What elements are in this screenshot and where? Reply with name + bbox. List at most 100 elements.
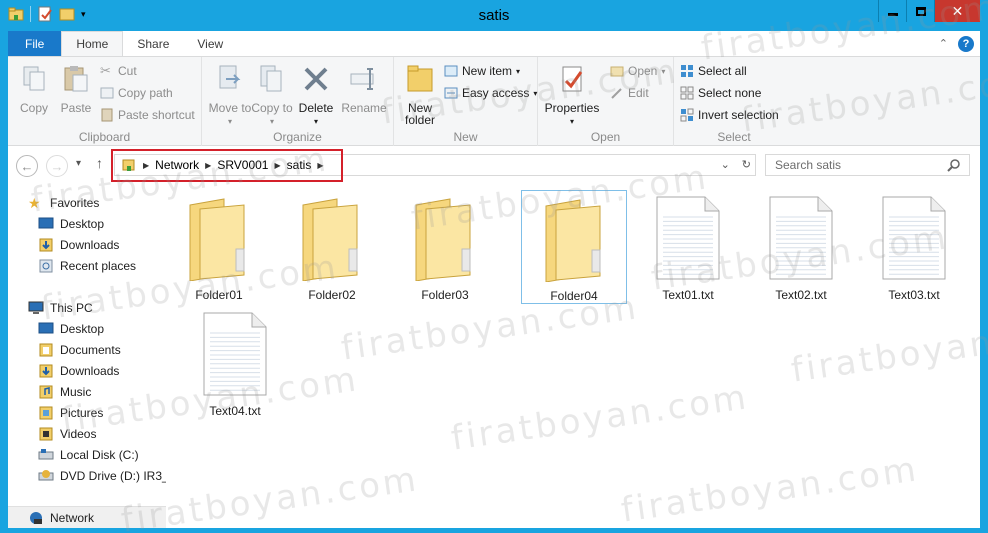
text-document-icon: [748, 190, 854, 286]
folder-item[interactable]: Folder03: [392, 190, 498, 302]
nav-pc-pictures[interactable]: Pictures: [38, 406, 103, 420]
nav-network-label: Network: [50, 511, 95, 525]
folder-icon: [392, 190, 498, 286]
select-group-label: Select: [717, 130, 751, 144]
help-icon[interactable]: ?: [958, 35, 974, 52]
tab-home[interactable]: Home: [61, 31, 124, 56]
text-file-item[interactable]: Text01.txt: [635, 190, 741, 302]
text-file-item[interactable]: Text04.txt: [182, 306, 288, 418]
recent-locations-icon[interactable]: ▾: [76, 158, 81, 169]
nav-pc-local-disk-label: Local Disk (C:): [60, 448, 139, 462]
edit-icon: [611, 88, 622, 99]
chevron-down-icon: ▾: [516, 66, 521, 76]
window-title: satis: [478, 7, 510, 24]
minimize-button[interactable]: [878, 0, 906, 22]
properties-button[interactable]: Properties ▾: [542, 63, 602, 128]
desktop-icon: [38, 217, 54, 229]
tab-view[interactable]: View: [183, 31, 237, 56]
nav-fav-desktop[interactable]: Desktop: [38, 217, 104, 231]
paste-button[interactable]: Paste: [54, 63, 98, 115]
back-button[interactable]: ←: [16, 155, 38, 177]
nav-favorites[interactable]: ★ Favorites: [28, 196, 99, 210]
maximize-button[interactable]: [906, 0, 934, 22]
star-icon: ★: [28, 195, 41, 211]
nav-pc-desktop[interactable]: Desktop: [38, 322, 104, 336]
copy-button[interactable]: Copy: [12, 63, 56, 115]
videos-icon: [39, 427, 53, 441]
rename-button[interactable]: Rename: [340, 63, 388, 115]
new-item-button[interactable]: New item ▾: [444, 64, 520, 78]
select-all-button[interactable]: Select all: [680, 64, 747, 78]
copy-to-icon: [260, 65, 282, 92]
edit-button[interactable]: Edit: [610, 86, 649, 100]
nav-network[interactable]: Network: [28, 511, 94, 525]
nav-pc-music[interactable]: Music: [38, 385, 91, 399]
easy-access-button[interactable]: Easy access ▾: [444, 86, 537, 100]
forward-button[interactable]: →: [46, 155, 68, 177]
edit-label: Edit: [628, 86, 649, 100]
copy-label: Copy: [19, 101, 48, 115]
rename-icon: [350, 68, 374, 90]
nav-pc-downloads[interactable]: Downloads: [38, 364, 119, 378]
ribbon-tabs: File Home Share View ⌃ ?: [8, 31, 980, 56]
paste-shortcut-icon: [101, 108, 113, 122]
text-file-item[interactable]: Text02.txt: [748, 190, 854, 302]
hard-drive-icon: [38, 449, 54, 460]
select-group: Select all Select none Invert selection …: [674, 57, 794, 146]
nav-fav-recent-places[interactable]: Recent places: [38, 259, 136, 273]
nav-pc-documents[interactable]: Documents: [38, 343, 121, 357]
rename-label: Rename: [341, 101, 387, 115]
paste-shortcut-button[interactable]: Paste shortcut: [100, 108, 195, 122]
new-folder-button[interactable]: New folder: [398, 63, 442, 126]
nav-fav-recent-places-label: Recent places: [60, 259, 137, 273]
search-input[interactable]: Search satis: [765, 154, 970, 176]
folder-item[interactable]: Folder04: [521, 190, 627, 304]
paste-icon: [64, 66, 88, 92]
window-controls: ✕: [878, 0, 980, 22]
copy-to-button[interactable]: Copy to ▾: [250, 63, 294, 128]
nav-pc-videos[interactable]: Videos: [38, 427, 96, 441]
nav-this-pc-label: This PC: [50, 301, 93, 315]
text-document-icon: [861, 190, 967, 286]
title-bar: ▾ satis ✕: [0, 0, 988, 31]
refresh-icon[interactable]: ↻: [742, 158, 751, 171]
nav-pc-local-disk[interactable]: Local Disk (C:): [38, 448, 139, 462]
select-all-icon: [681, 65, 693, 77]
select-all-label: Select all: [698, 64, 747, 78]
nav-pc-dvd-drive[interactable]: DVD Drive (D:) IR3_S: [38, 469, 166, 483]
computer-icon: [28, 301, 44, 314]
tab-share[interactable]: Share: [123, 31, 183, 56]
folder-item[interactable]: Folder01: [166, 190, 272, 302]
nav-fav-desktop-label: Desktop: [60, 217, 105, 231]
up-arrow-icon[interactable]: ↑: [96, 155, 103, 171]
move-to-button[interactable]: Move to ▾: [208, 63, 252, 128]
delete-label: Delete ▾: [298, 101, 334, 126]
delete-button[interactable]: Delete ▾: [294, 63, 338, 128]
nav-pc-documents-label: Documents: [60, 343, 121, 357]
copy-path-label: Copy path: [118, 86, 173, 100]
invert-selection-button[interactable]: Invert selection: [680, 108, 779, 122]
copy-to-label: Copy to ▾: [251, 101, 293, 126]
file-name-label: Text01.txt: [662, 288, 714, 302]
text-file-item[interactable]: Text03.txt: [861, 190, 967, 302]
close-button[interactable]: ✕: [934, 0, 980, 22]
documents-icon: [39, 343, 53, 357]
open-button[interactable]: Open ▾: [610, 64, 665, 78]
nav-pc-desktop-label: Desktop: [60, 322, 105, 336]
tab-file[interactable]: File: [8, 31, 62, 56]
scissors-icon: ✂: [100, 63, 111, 78]
easy-access-label: Easy access: [462, 86, 530, 100]
cut-label: Cut: [118, 64, 137, 78]
explorer-window: ▾ satis ✕ File Home Share View ⌃ ? Copy: [0, 0, 988, 533]
search-icon[interactable]: [947, 158, 961, 172]
nav-fav-downloads[interactable]: Downloads: [38, 238, 119, 252]
chevron-up-icon[interactable]: ⌃: [939, 37, 948, 50]
copy-path-button[interactable]: Copy path: [100, 86, 173, 100]
select-none-button[interactable]: Select none: [680, 86, 761, 100]
address-history-dropdown-icon[interactable]: ⌄: [721, 158, 730, 171]
cut-button[interactable]: ✂ Cut: [100, 63, 137, 79]
maximize-icon: [915, 6, 926, 16]
folder-item[interactable]: Folder02: [279, 190, 385, 302]
invert-selection-icon: [680, 108, 694, 122]
nav-this-pc[interactable]: This PC: [28, 301, 93, 315]
